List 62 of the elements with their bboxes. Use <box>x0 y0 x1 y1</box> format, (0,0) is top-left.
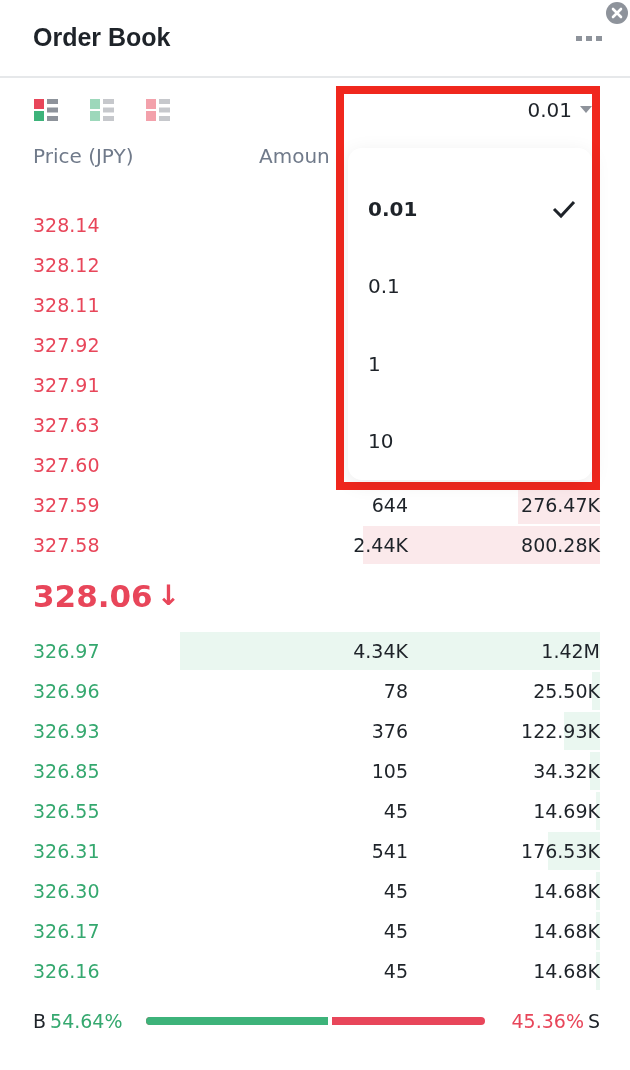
layout-icon <box>34 98 58 122</box>
price-cell-text: 328.14 <box>32 212 101 238</box>
buy-percent: 54.64% <box>50 1008 124 1034</box>
buy-label: B <box>33 1008 47 1034</box>
total-cell-text: 176.53K <box>521 838 600 864</box>
precision-option[interactable]: 10 <box>348 402 592 480</box>
total-cell-text: 14.69K <box>533 798 600 824</box>
price-cell-text: 326.96 <box>32 678 101 704</box>
price-cell-text: 326.30 <box>32 878 101 904</box>
total-cell-text: 14.68K <box>533 918 600 944</box>
total-cell-text: 34.32K <box>533 758 600 784</box>
layout-button[interactable] <box>33 97 59 123</box>
price-cell-text: 327.91 <box>32 372 101 398</box>
price-cell-text: 327.58 <box>32 532 101 558</box>
price-cell-text: 326.97 <box>32 638 101 664</box>
total-cell-text: 14.68K <box>533 878 600 904</box>
more-icon[interactable] <box>576 33 602 43</box>
total-cell-text: 800.28K <box>521 532 600 558</box>
amount-cell-text: 4.34K <box>353 638 408 664</box>
price-cell-text: 326.93 <box>32 718 101 744</box>
amount-cell-text: 105 <box>371 758 408 784</box>
caret-icon <box>580 106 592 114</box>
total-cell-text: 122.93K <box>521 718 600 744</box>
check-icon <box>552 198 576 219</box>
price-cell-text: 326.16 <box>32 958 101 984</box>
price-cell-text: 326.85 <box>32 758 101 784</box>
amount-cell-text: 45 <box>383 958 408 984</box>
amount-cell-text: 45 <box>383 798 408 824</box>
total-cell-text: 276.47K <box>521 492 600 518</box>
total-cell-text: 14.68K <box>533 958 600 984</box>
price-cell-text: 327.63 <box>32 412 101 438</box>
total-cell-text: 25.50K <box>533 678 600 704</box>
amount-cell-text: 376 <box>371 718 408 744</box>
total-cell-text: 1.42M <box>541 638 600 664</box>
column-header: Amoun <box>259 143 330 170</box>
price-cell-text: 327.59 <box>32 492 101 518</box>
price-cell-text: 328.11 <box>32 292 101 318</box>
arrow-down-icon: ↓ <box>156 575 181 617</box>
precision-dropdown[interactable]: 0.01 <box>527 95 592 125</box>
amount-cell-text: 45 <box>383 918 408 944</box>
layout-icon <box>146 98 170 122</box>
precision-option[interactable]: 0.1 <box>348 247 592 325</box>
price-cell-text: 326.17 <box>32 918 101 944</box>
layout-icon <box>90 98 114 122</box>
amount-cell-text: 2.44K <box>353 532 408 558</box>
close-icon[interactable] <box>606 2 628 24</box>
precision-option[interactable]: 0.01 <box>348 170 592 248</box>
amount-cell-text: 78 <box>383 678 408 704</box>
price-cell-text: 326.31 <box>32 838 101 864</box>
sell-percent: 45.36% <box>511 1008 584 1034</box>
panel-title: Order Book <box>33 22 171 54</box>
last-price: 328.06 <box>33 576 153 616</box>
price-cell-text: 328.12 <box>32 252 101 278</box>
amount-cell-text: 541 <box>371 838 408 864</box>
column-header: Price (JPY) <box>32 143 135 170</box>
precision-option[interactable]: 1 <box>348 325 592 403</box>
amount-cell-text: 644 <box>371 492 408 518</box>
price-cell-text: 327.92 <box>32 332 101 358</box>
sell-label: S <box>587 1008 600 1034</box>
price-cell-text: 327.60 <box>32 452 101 478</box>
price-cell-text: 326.55 <box>32 798 101 824</box>
amount-cell-text: 45 <box>383 878 408 904</box>
